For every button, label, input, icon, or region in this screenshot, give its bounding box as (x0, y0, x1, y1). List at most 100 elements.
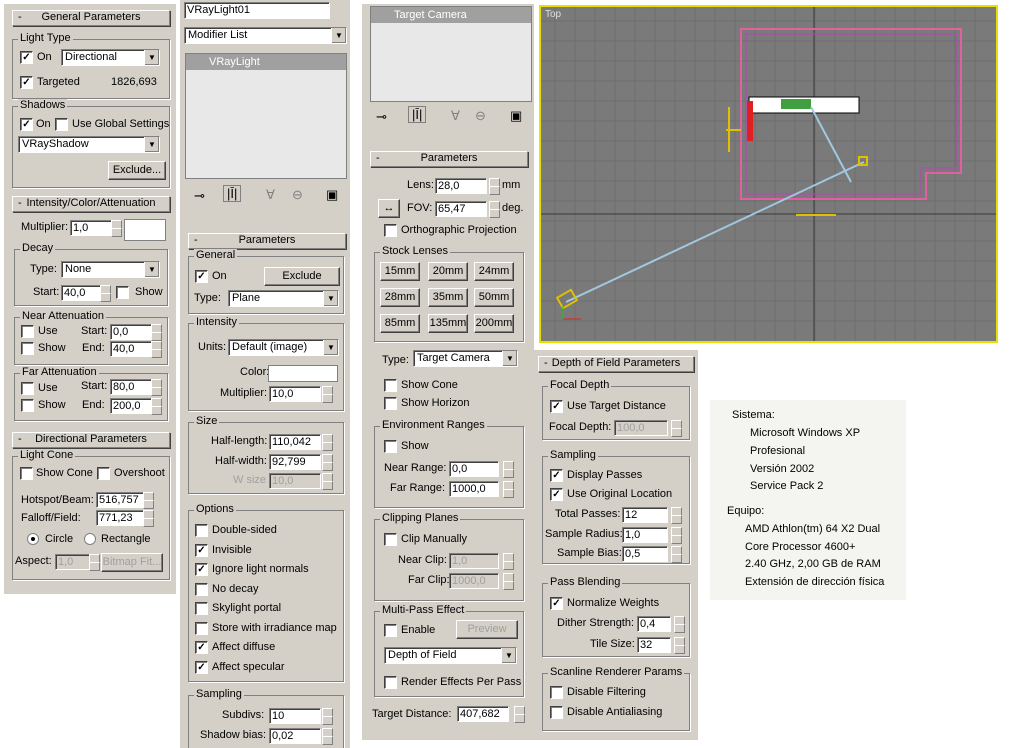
lens-20mm-button[interactable]: 20mm (428, 262, 468, 281)
far-start-spinner[interactable] (151, 379, 162, 396)
lens-35mm-button[interactable]: 35mm (428, 288, 468, 307)
lens-spinner[interactable] (489, 178, 500, 195)
total-passes-spinner[interactable] (671, 507, 682, 524)
multipass-effect-dropdown[interactable]: Depth of Field ▼ (384, 647, 517, 664)
far-start-field[interactable]: 80,0 (110, 379, 152, 395)
shadows-on-checkbox[interactable]: ✓ (20, 118, 33, 131)
shadow-bias-spinner[interactable] (322, 728, 333, 745)
dof-parameters-rollout[interactable]: - Depth of Field Parameters (538, 356, 694, 372)
lens-85mm-button[interactable]: 85mm (380, 314, 420, 333)
light-on-checkbox[interactable]: ✓ (20, 51, 33, 64)
sample-bias-spinner[interactable] (671, 546, 682, 563)
fov-spinner[interactable] (489, 201, 500, 218)
shadow-type-dropdown[interactable]: VRayShadow ▼ (18, 136, 160, 153)
near-start-field[interactable]: 0,0 (110, 324, 152, 340)
pin-stack-icon[interactable]: ⊸ (194, 188, 205, 204)
units-dropdown[interactable]: Default (image) ▼ (228, 339, 339, 356)
vray-parameters-rollout[interactable]: - Parameters (188, 233, 346, 249)
intensity-color-attenuation-rollout[interactable]: - Intensity/Color/Attenuation (12, 196, 170, 212)
affect-specular-checkbox[interactable]: ✓ (195, 661, 208, 674)
falloff-field-spinner[interactable] (143, 510, 154, 527)
multipass-enable-checkbox[interactable] (384, 624, 397, 637)
preview-button[interactable]: Preview (456, 620, 518, 639)
exclude-button[interactable]: Exclude... (108, 161, 166, 180)
near-show-checkbox[interactable] (21, 342, 34, 355)
decay-type-dropdown[interactable]: None ▼ (61, 261, 160, 278)
far-clip-field[interactable]: 1000,0 (449, 573, 499, 589)
near-range-spinner[interactable] (503, 461, 514, 478)
dither-strength-spinner[interactable] (674, 616, 685, 633)
viewport-label[interactable]: Top (545, 9, 561, 20)
light-type-dropdown[interactable]: Directional ▼ (61, 49, 160, 66)
env-show-checkbox[interactable] (384, 440, 397, 453)
top-viewport[interactable]: Top (539, 5, 998, 343)
show-end-result-icon[interactable]: |Ī| (408, 106, 427, 123)
fov-direction-button[interactable]: ↔ (378, 199, 400, 218)
affect-diffuse-checkbox[interactable]: ✓ (195, 641, 208, 654)
vray-color-swatch[interactable] (268, 365, 338, 382)
vray-multiplier-field[interactable]: 10,0 (269, 386, 321, 402)
aspect-spinner[interactable] (89, 554, 100, 571)
tile-size-spinner[interactable] (674, 637, 685, 654)
display-passes-checkbox[interactable]: ✓ (550, 469, 563, 482)
use-global-settings-checkbox[interactable] (55, 118, 68, 131)
modifier-list-dropdown[interactable]: Modifier List ▼ (184, 27, 347, 44)
skylight-portal-checkbox[interactable] (195, 602, 208, 615)
dither-strength-field[interactable]: 0,4 (637, 616, 671, 632)
focal-depth-field[interactable]: 100,0 (614, 420, 668, 436)
hotspot-beam-spinner[interactable] (143, 492, 154, 509)
total-passes-field[interactable]: 12 (622, 507, 668, 523)
show-end-result-icon[interactable]: |Ī| (223, 185, 242, 202)
fov-field[interactable]: 65,47 (435, 201, 487, 217)
tile-size-field[interactable]: 32 (637, 637, 671, 653)
half-length-field[interactable]: 110,042 (269, 434, 321, 450)
far-end-spinner[interactable] (151, 398, 162, 415)
pin-stack-icon[interactable]: ⊸ (376, 109, 387, 125)
subdivs-field[interactable]: 10 (269, 708, 321, 724)
make-unique-icon[interactable]: ∀ (266, 187, 275, 203)
invisible-checkbox[interactable]: ✓ (195, 544, 208, 557)
lens-field[interactable]: 28,0 (435, 178, 487, 194)
lens-135mm-button[interactable]: 135mm (428, 314, 468, 333)
far-end-field[interactable]: 200,0 (110, 398, 152, 414)
decay-start-spinner[interactable] (100, 285, 111, 302)
far-clip-spinner[interactable] (503, 573, 514, 590)
bitmap-fit-button[interactable]: Bitmap Fit... (101, 553, 163, 572)
remove-modifier-icon[interactable]: ⊖ (475, 108, 486, 124)
stack-item-target-camera[interactable]: Target Camera (371, 7, 531, 23)
target-distance-spinner[interactable] (514, 706, 525, 723)
rectangle-radio[interactable] (84, 533, 96, 545)
normalize-weights-checkbox[interactable]: ✓ (550, 597, 563, 610)
half-width-spinner[interactable] (322, 454, 333, 471)
decay-show-checkbox[interactable] (116, 286, 129, 299)
show-horizon-checkbox[interactable] (384, 397, 397, 410)
half-width-field[interactable]: 92,799 (269, 454, 321, 470)
lens-28mm-button[interactable]: 28mm (380, 288, 420, 307)
sample-bias-field[interactable]: 0,5 (622, 546, 668, 562)
far-use-checkbox[interactable] (21, 382, 34, 395)
w-size-spinner[interactable] (322, 473, 333, 490)
hotspot-beam-field[interactable]: 516,757 (96, 492, 144, 508)
use-original-location-checkbox[interactable]: ✓ (550, 488, 563, 501)
store-irradiance-checkbox[interactable] (195, 622, 208, 635)
near-clip-field[interactable]: 1,0 (449, 553, 499, 569)
near-use-checkbox[interactable] (21, 325, 34, 338)
near-end-spinner[interactable] (151, 341, 162, 358)
camera-parameters-rollout[interactable]: - Parameters (370, 151, 528, 167)
stack-item-vraylight[interactable]: VRayLight (186, 54, 346, 70)
remove-modifier-icon[interactable]: ⊖ (292, 187, 303, 203)
near-start-spinner[interactable] (151, 324, 162, 341)
overshoot-checkbox[interactable] (97, 467, 110, 480)
decay-start-field[interactable]: 40,0 (61, 285, 101, 301)
vray-multiplier-spinner[interactable] (322, 386, 333, 403)
w-size-field[interactable]: 10,0 (269, 473, 321, 489)
far-range-field[interactable]: 1000,0 (449, 481, 499, 497)
focal-depth-spinner[interactable] (671, 420, 682, 437)
far-range-spinner[interactable] (503, 481, 514, 498)
lens-15mm-button[interactable]: 15mm (380, 262, 420, 281)
sample-radius-field[interactable]: 1,0 (622, 527, 668, 543)
lens-200mm-button[interactable]: 200mm (474, 314, 514, 333)
camera-type-dropdown[interactable]: Target Camera ▼ (413, 350, 518, 367)
lens-24mm-button[interactable]: 24mm (474, 262, 514, 281)
aspect-field[interactable]: 1,0 (55, 554, 91, 570)
